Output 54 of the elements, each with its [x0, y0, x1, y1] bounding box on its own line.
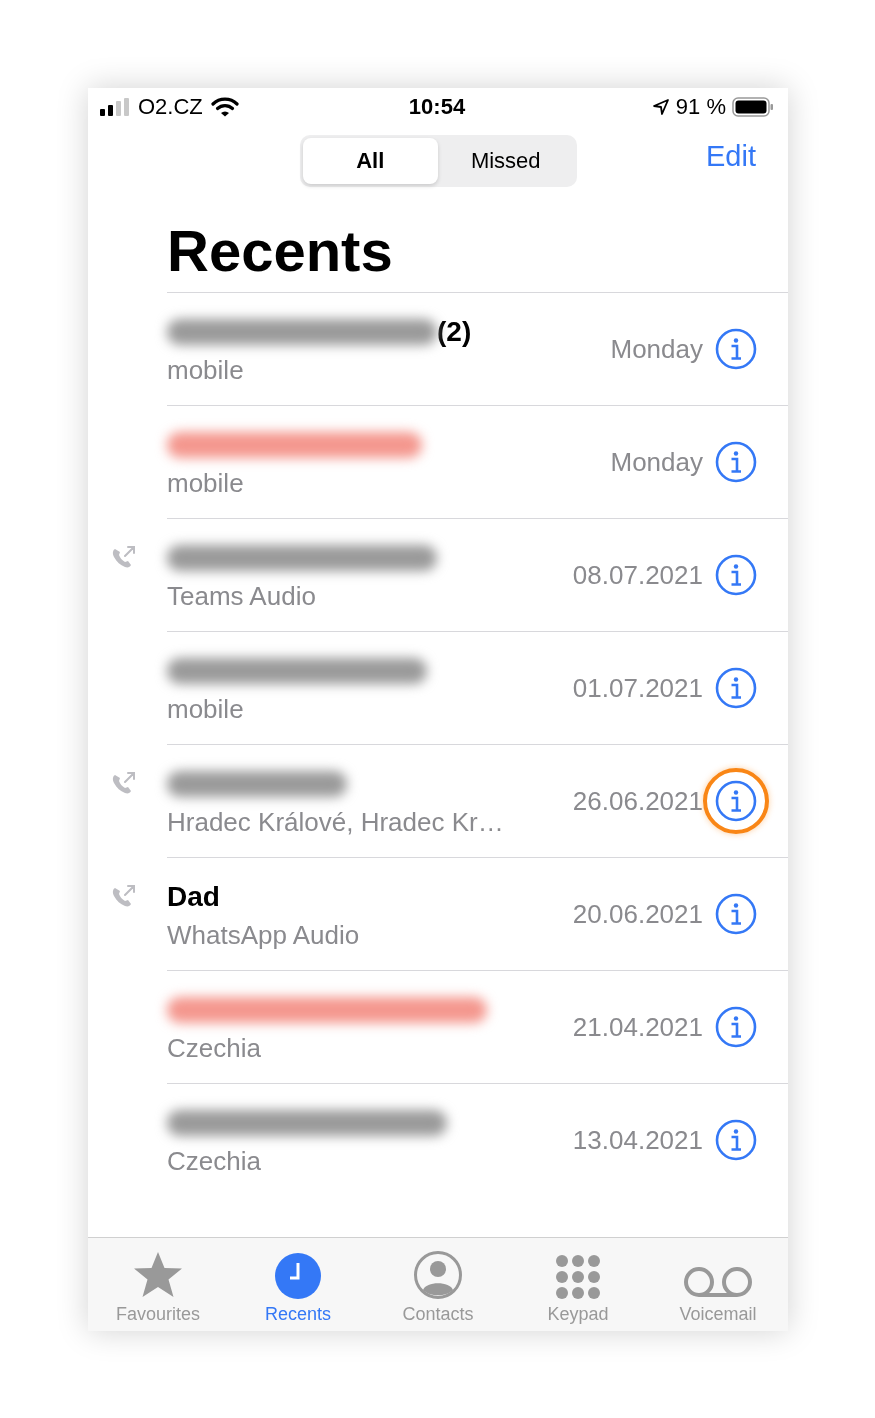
call-date: 01.07.2021	[572, 672, 703, 704]
call-date: 13.04.2021	[572, 1124, 703, 1156]
call-count: (2)	[437, 315, 472, 348]
call-date: 26.06.2021	[572, 785, 703, 817]
call-type: Czechia	[167, 1145, 262, 1177]
tab-bar-item[interactable]: Contacts	[368, 1238, 508, 1331]
battery-icon	[732, 97, 774, 117]
info-icon[interactable]	[715, 780, 757, 822]
segment-tab[interactable]: All	[302, 138, 438, 184]
person-icon	[413, 1250, 463, 1300]
tab-bar-item[interactable]: Recents	[228, 1238, 368, 1331]
call-type: mobile	[167, 693, 245, 725]
tab-bar-item[interactable]: Voicemail	[648, 1238, 788, 1331]
voicemail-icon	[682, 1264, 754, 1300]
tab-bar-item[interactable]: Favourites	[88, 1238, 228, 1331]
clock-time: 10:54	[408, 94, 466, 120]
clock-icon	[274, 1252, 322, 1300]
info-icon[interactable]	[715, 1006, 757, 1048]
info-icon[interactable]	[715, 441, 757, 483]
info-icon[interactable]	[715, 554, 757, 596]
carrier-name: O2.CZ	[138, 94, 203, 120]
page-title: Recents	[167, 217, 394, 285]
location-arrow-icon	[651, 98, 670, 116]
signal-icon	[100, 98, 130, 116]
call-row[interactable]: Czechia 21.04.2021	[167, 970, 788, 1083]
call-type: Hradec Králové, Hradec Kr…	[167, 806, 505, 838]
call-row[interactable]: mobile Monday	[167, 405, 788, 518]
call-date: Monday	[610, 333, 703, 365]
call-type: Teams Audio	[167, 580, 317, 612]
keypad-icon	[555, 1254, 601, 1300]
tab-bar-item[interactable]: Keypad	[508, 1238, 648, 1331]
info-icon[interactable]	[715, 893, 757, 935]
call-date: 08.07.2021	[572, 559, 703, 591]
call-type: Czechia	[167, 1032, 262, 1064]
call-type: mobile	[167, 467, 245, 499]
call-row[interactable]: mobile 01.07.2021	[167, 631, 788, 744]
wifi-icon	[210, 97, 239, 117]
info-icon[interactable]	[715, 1119, 757, 1161]
call-type: mobile	[167, 354, 245, 386]
edit-button[interactable]: Edit	[706, 140, 756, 173]
battery-percent: 91 %	[675, 94, 726, 120]
call-row[interactable]: Czechia 13.04.2021	[167, 1083, 788, 1196]
call-date: 21.04.2021	[572, 1011, 703, 1043]
call-row[interactable]: Hradec Králové, Hradec Kr… 26.06.2021	[167, 744, 788, 857]
call-date: 20.06.2021	[572, 898, 703, 930]
info-icon[interactable]	[715, 667, 757, 709]
call-date: Monday	[610, 446, 703, 478]
call-row[interactable]: (2) mobile Monday	[167, 292, 788, 405]
call-row[interactable]: Dad WhatsApp Audio 20.06.2021	[167, 857, 788, 970]
segment-tab[interactable]: Missed	[438, 138, 574, 184]
call-row[interactable]: Teams Audio 08.07.2021	[167, 518, 788, 631]
info-icon[interactable]	[715, 328, 757, 370]
contact-name: Dad	[167, 880, 220, 913]
call-type: WhatsApp Audio	[167, 919, 361, 951]
